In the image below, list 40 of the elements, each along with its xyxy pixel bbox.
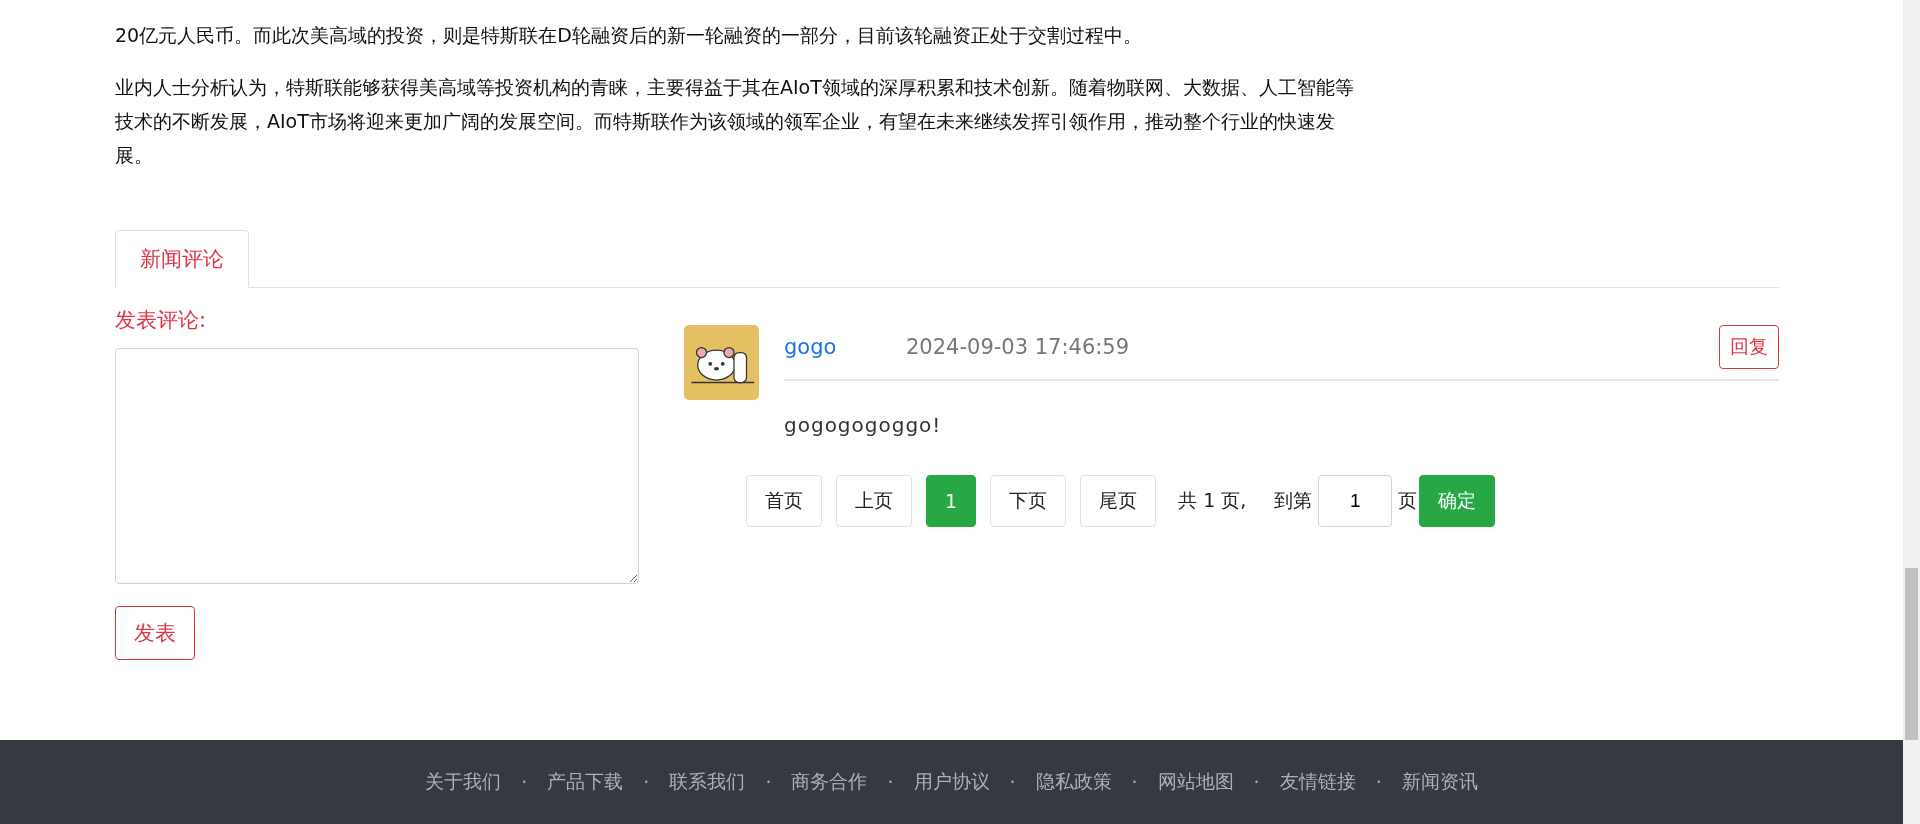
footer-separator: ·: [1009, 771, 1016, 793]
page-button[interactable]: 上页: [836, 475, 912, 527]
comment-text: gogogogoggo!: [784, 413, 943, 437]
scrollbar-thumb[interactable]: [1905, 568, 1918, 740]
comment-form-label: 发表评论:: [115, 307, 207, 334]
article-paragraph: 20亿元人民币。而此次美高域的投资，则是特斯联在D轮融资后的新一轮融资的一部分，目前该轮融资正处于交割过程中。: [115, 23, 1143, 48]
footer-link[interactable]: 产品下载: [547, 769, 624, 795]
footer-link[interactable]: 商务合作: [791, 769, 868, 795]
reply-button[interactable]: 回复: [1719, 325, 1779, 369]
page-button[interactable]: 1: [926, 475, 977, 527]
goto-label: 到第: [1274, 488, 1313, 513]
page-button[interactable]: 下页: [990, 475, 1067, 527]
footer-link[interactable]: 友情链接: [1279, 769, 1356, 795]
footer-separator: ·: [643, 771, 650, 793]
bear-avatar-icon: [684, 325, 759, 400]
comments-tab[interactable]: 新闻评论: [115, 230, 249, 288]
submit-button[interactable]: 发表: [115, 606, 195, 660]
page-number-field[interactable]: 1: [1318, 475, 1393, 527]
goto-suffix: 页: [1398, 488, 1418, 513]
article-paragraph: 业内人士分析认为，特斯联能够获得美高域等投资机构的青睐，主要得益于其在AIoT领域的深厚积累和技术创新。随着物联网、大数据、人工智能等技术的不断发展，AIoT市场将迎来更加广阔的发展空间。而特斯联作为该领域的领军企业，有望在未来继续发挥引领作用，推动整个行业的快速发展。: [115, 75, 1355, 168]
comment-time: 2024-09-03 17:46:59: [906, 335, 1130, 359]
footer-link[interactable]: 关于我们: [425, 769, 502, 795]
footer-link[interactable]: 网站地图: [1157, 769, 1234, 795]
footer-separator: ·: [1253, 771, 1260, 793]
footer-separator: ·: [521, 771, 528, 793]
footer-separator: ·: [1131, 771, 1138, 793]
scrollbar[interactable]: [1903, 0, 1920, 824]
footer-separator: ·: [1375, 771, 1382, 793]
username-link[interactable]: gogo: [784, 335, 906, 359]
footer-separator: ·: [887, 771, 894, 793]
footer-separator: ·: [765, 771, 772, 793]
footer-link[interactable]: 新闻资讯: [1401, 769, 1478, 795]
footer-link[interactable]: 用户协议: [913, 769, 990, 795]
comment-input-field[interactable]: [115, 348, 639, 584]
page-total: 共 1 页,: [1178, 488, 1247, 513]
page-button[interactable]: 尾页: [1080, 475, 1157, 527]
page-button[interactable]: 首页: [746, 475, 822, 527]
footer-link[interactable]: 隐私政策: [1035, 769, 1112, 795]
footer-link[interactable]: 联系我们: [669, 769, 746, 795]
confirm-button[interactable]: 确定: [1419, 475, 1496, 527]
